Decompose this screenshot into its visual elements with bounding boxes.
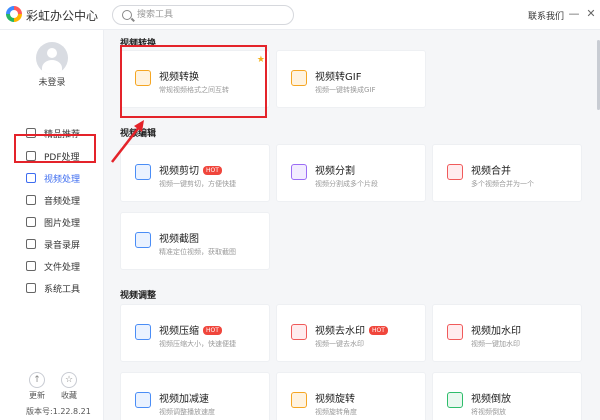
card-desc: 将视频倒放 [471,408,506,416]
card-desc: 视频一键剪切，方便快捷 [159,180,236,188]
record-icon [26,239,36,249]
card-title: 视频截图 [159,234,199,245]
card-desc: 视频调整播放速度 [159,408,215,416]
sidebar-item-image[interactable]: 图片处理 [26,212,104,232]
card-desc: 视频压缩大小，快速便捷 [159,340,236,348]
remove-watermark-icon [291,324,307,340]
sidebar-item-label: 图片处理 [44,219,81,229]
search-box[interactable] [112,5,294,25]
favorite-button[interactable]: ☆ 收藏 [56,372,82,401]
sidebar-item-audio[interactable]: 音频处理 [26,190,104,210]
favorite-label: 收藏 [61,391,77,400]
music-icon [26,195,36,205]
card-title: 视频转GIF [315,72,362,83]
avatar-body-icon [42,60,62,74]
video-compress-icon [135,324,151,340]
sidebar-item-label: 录音录屏 [44,241,81,251]
sidebar-item-system[interactable]: 系统工具 [26,278,104,298]
card-title: 视频剪切 HOT [159,162,222,177]
card-video-cut[interactable]: 视频剪切 HOT 视频一键剪切，方便快捷 [120,144,270,202]
sidebar-item-label: 系统工具 [44,285,81,295]
card-desc: 视频一键加水印 [471,340,520,348]
add-watermark-icon [447,324,463,340]
sidebar-item-label: 文件处理 [44,263,81,273]
card-title: 视频加减速 [159,394,209,405]
video-split-icon [291,164,307,180]
card-video-split[interactable]: 视频分割 视频分割成多个片段 [276,144,426,202]
hot-badge: HOT [203,326,222,335]
reverse-icon [447,392,463,408]
video-cut-icon [135,164,151,180]
card-desc: 精准定位视频，获取截图 [159,248,236,256]
card-video-screenshot[interactable]: 视频截图 精准定位视频，获取截图 [120,212,270,270]
sidebar-item-record[interactable]: 录音录屏 [26,234,104,254]
rainbow-logo-icon [6,6,22,22]
hot-badge: HOT [203,166,222,175]
highlight-box-video-nav [14,134,96,163]
image-icon [26,217,36,227]
avatar-head-icon [47,48,57,58]
sidebar: 未登录 精品推荐 PDF处理 视频处理 音频处理 图片处理 录音录屏 文件处理 [0,30,104,420]
card-video-to-gif[interactable]: 视频转GIF 视频一键转换成GIF [276,50,426,108]
section-title: 视频编辑 [120,129,157,139]
search-icon [122,10,132,20]
sidebar-item-file[interactable]: 文件处理 [26,256,104,276]
card-desc: 多个视频合并为一个 [471,180,534,188]
hot-badge: HOT [369,326,388,335]
card-title: 视频倒放 [471,394,511,405]
contact-us-link[interactable]: 联系我们 [528,9,564,22]
rotate-icon [291,392,307,408]
card-desc: 视频一键去水印 [315,340,364,348]
card-desc: 视频旋转角度 [315,408,357,416]
card-title: 视频加水印 [471,326,521,337]
close-button[interactable]: ✕ [584,6,598,22]
minimize-button[interactable]: — [567,6,581,22]
update-icon: ↑ [29,372,45,388]
update-button[interactable]: ↑ 更新 [24,372,50,401]
title-bar: 彩虹办公中心 联系我们 — ✕ [0,0,600,30]
update-label: 更新 [29,391,45,400]
highlight-box-video-convert [120,45,267,118]
video-screenshot-icon [135,232,151,248]
card-title: 视频合并 [471,166,511,177]
star-icon: ☆ [61,372,77,388]
app-title: 彩虹办公中心 [26,9,99,23]
video-icon [26,173,36,183]
speed-icon [135,392,151,408]
login-status[interactable]: 未登录 [0,75,104,88]
card-title: 视频去水印 HOT [315,322,388,337]
main-content: 视频转换 ★ 视频转换 常规视频格式之间互转 视频转GIF 视频一键转换成GIF… [104,30,600,420]
app-window: 彩虹办公中心 联系我们 — ✕ 未登录 精品推荐 PDF处理 视频处理 音频 [0,0,600,420]
video-merge-icon [447,164,463,180]
card-desc: 视频一键转换成GIF [315,86,376,94]
card-video-compress[interactable]: 视频压缩 HOT 视频压缩大小，快速便捷 [120,304,270,362]
card-video-speed[interactable]: 视频加减速 视频调整播放速度 [120,372,270,420]
search-input[interactable] [137,7,287,23]
card-desc: 视频分割成多个片段 [315,180,378,188]
system-icon [26,283,36,293]
card-title: 视频旋转 [315,394,355,405]
avatar[interactable] [36,42,68,74]
section-title: 视频调整 [120,291,157,301]
card-title: 视频分割 [315,166,355,177]
version-label: 版本号:1.22.8.21 [26,407,91,416]
card-video-merge[interactable]: 视频合并 多个视频合并为一个 [432,144,582,202]
card-add-watermark[interactable]: 视频加水印 视频一键加水印 [432,304,582,362]
sidebar-item-label: 音频处理 [44,197,81,207]
card-video-reverse[interactable]: 视频倒放 将视频倒放 [432,372,582,420]
sidebar-item-video[interactable]: 视频处理 [26,168,104,188]
folder-icon [26,261,36,271]
card-video-rotate[interactable]: 视频旋转 视频旋转角度 [276,372,426,420]
gif-icon [291,70,307,86]
sidebar-item-label: 视频处理 [44,175,81,185]
card-remove-watermark[interactable]: 视频去水印 HOT 视频一键去水印 [276,304,426,362]
card-title: 视频压缩 HOT [159,322,222,337]
